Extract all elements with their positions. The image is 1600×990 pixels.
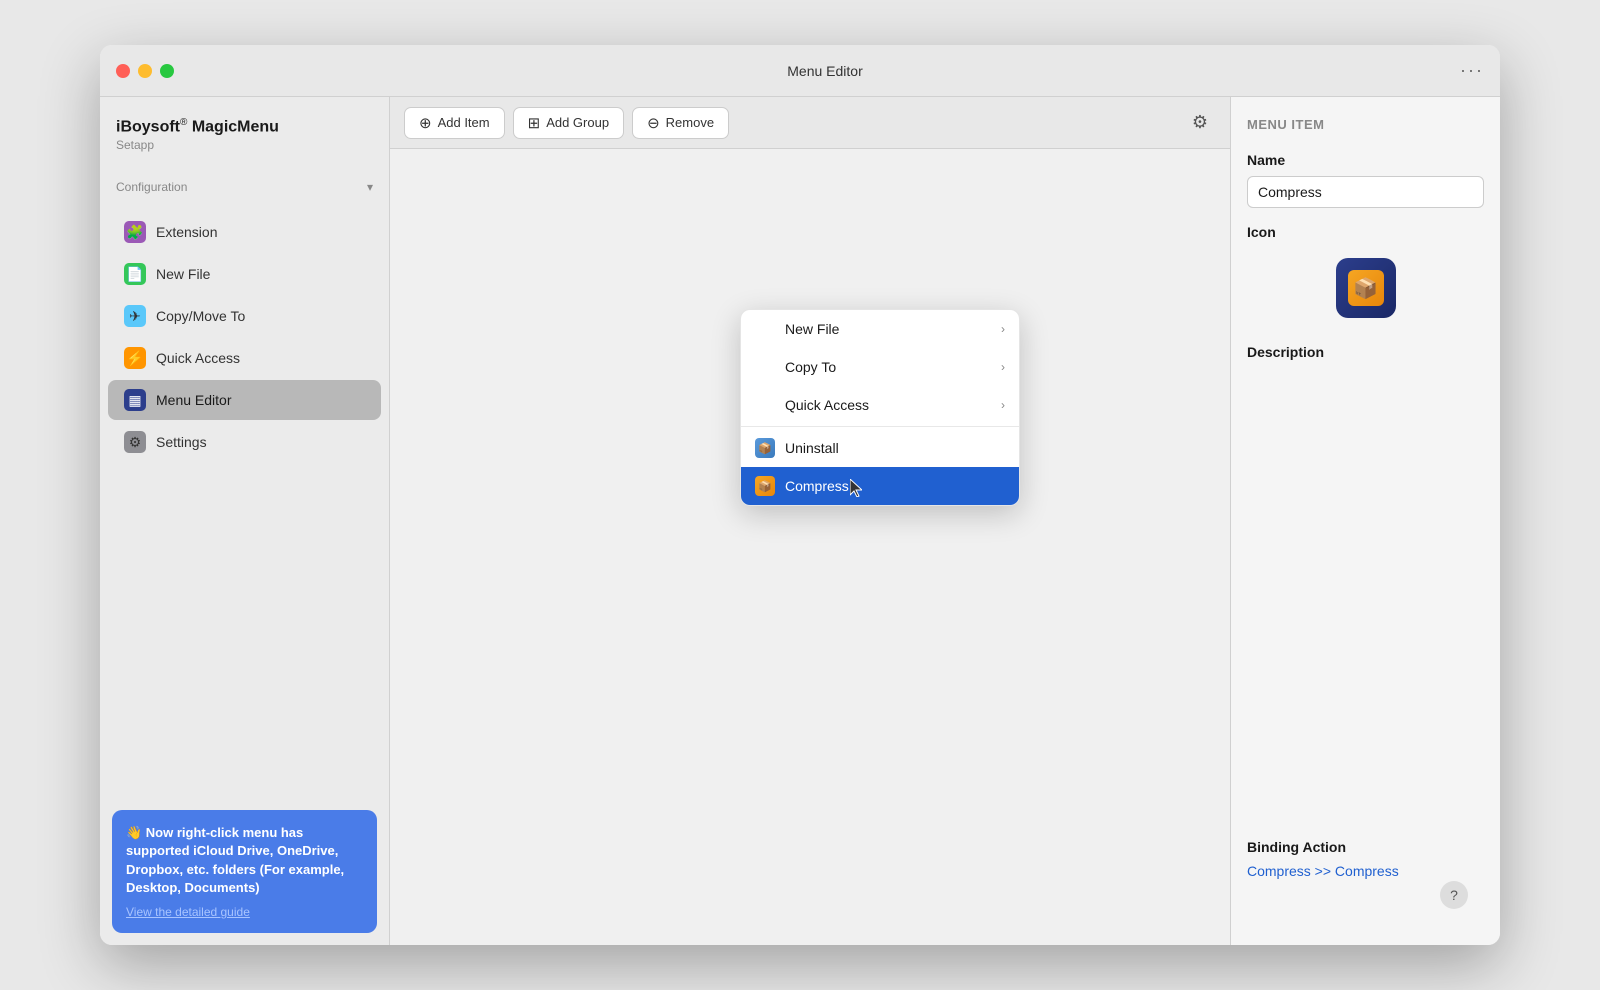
name-label: Name xyxy=(1247,152,1484,168)
icon-preview: 📦 xyxy=(1336,258,1396,318)
add-item-icon: ⊕ xyxy=(419,114,432,132)
toolbar: ⊕ Add Item ⊞ Add Group ⊖ Remove ⚙ xyxy=(390,97,1230,149)
sidebar-item-copy-move-to[interactable]: ✈ Copy/Move To xyxy=(108,296,381,336)
description-label: Description xyxy=(1247,344,1484,360)
chevron-right-icon: › xyxy=(1001,322,1005,336)
canvas-area[interactable]: New File › Copy To › xyxy=(390,149,1230,945)
description-section: Description xyxy=(1247,344,1484,368)
app-header: iBoysoft® MagicMenu Setapp xyxy=(100,97,389,164)
remove-icon: ⊖ xyxy=(647,114,660,132)
binding-section: Binding Action Compress >> Compress xyxy=(1247,839,1484,879)
name-section: Name xyxy=(1247,152,1484,208)
icon-preview-area[interactable]: 📦 xyxy=(1247,248,1484,328)
remove-label: Remove xyxy=(666,115,714,130)
add-item-button[interactable]: ⊕ Add Item xyxy=(404,107,505,139)
sidebar-item-extension[interactable]: 🧩 Extension xyxy=(108,212,381,252)
title-bar: Menu Editor ··· xyxy=(100,45,1500,97)
panel-section-title: Menu Item xyxy=(1247,117,1484,132)
maximize-button[interactable] xyxy=(160,64,174,78)
add-item-label: Add Item xyxy=(438,115,490,130)
settings-gear-icon[interactable]: ⚙ xyxy=(1184,107,1216,139)
name-input[interactable] xyxy=(1247,176,1484,208)
add-group-label: Add Group xyxy=(546,115,609,130)
context-item-label: Copy To xyxy=(785,359,836,375)
remove-button[interactable]: ⊖ Remove xyxy=(632,107,729,139)
close-button[interactable] xyxy=(116,64,130,78)
settings-icon: ⚙ xyxy=(124,431,146,453)
context-menu: New File › Copy To › xyxy=(740,309,1020,506)
sidebar-item-label: Settings xyxy=(156,434,207,450)
context-item-label: Uninstall xyxy=(785,440,839,456)
context-divider xyxy=(741,426,1019,427)
binding-action-value[interactable]: Compress >> Compress xyxy=(1247,863,1484,879)
sidebar-item-label: Quick Access xyxy=(156,350,240,366)
extension-icon: 🧩 xyxy=(124,221,146,243)
copy-move-icon: ✈ xyxy=(124,305,146,327)
new-file-icon: 📄 xyxy=(124,263,146,285)
notification-link[interactable]: View the detailed guide xyxy=(126,905,363,919)
sidebar-item-label: Copy/Move To xyxy=(156,308,245,324)
chevron-right-icon: › xyxy=(1001,360,1005,374)
compress-icon: 📦 xyxy=(755,476,775,496)
context-item-quick-access[interactable]: Quick Access › xyxy=(741,386,1019,424)
sidebar-item-new-file[interactable]: 📄 New File xyxy=(108,254,381,294)
main-window: Menu Editor ··· iBoysoft® MagicMenu Seta… xyxy=(100,45,1500,945)
copy-to-menu-icon xyxy=(755,357,775,377)
sidebar-item-label: Extension xyxy=(156,224,217,240)
context-item-label: Quick Access xyxy=(785,397,869,413)
add-group-button[interactable]: ⊞ Add Group xyxy=(513,107,624,139)
quick-access-menu-icon xyxy=(755,395,775,415)
help-button[interactable]: ? xyxy=(1440,881,1468,909)
right-panel: Menu Item Name Icon 📦 Description Bindin… xyxy=(1230,97,1500,945)
icon-inner: 📦 xyxy=(1348,270,1384,306)
main-content: iBoysoft® MagicMenu Setapp Configuration… xyxy=(100,97,1500,945)
sidebar-item-label: New File xyxy=(156,266,210,282)
notification-text: 👋 Now right-click menu has supported iCl… xyxy=(126,824,363,897)
window-title: Menu Editor xyxy=(190,63,1460,79)
more-options[interactable]: ··· xyxy=(1460,60,1484,81)
sidebar-item-settings[interactable]: ⚙ Settings xyxy=(108,422,381,462)
center-area: ⊕ Add Item ⊞ Add Group ⊖ Remove ⚙ xyxy=(390,97,1230,945)
menu-editor-icon: ▦ xyxy=(124,389,146,411)
context-item-label: Compress xyxy=(785,478,849,494)
config-section: Configuration ▾ xyxy=(100,172,389,202)
sidebar-item-quick-access[interactable]: ⚡ Quick Access xyxy=(108,338,381,378)
sidebar-item-label: Menu Editor xyxy=(156,392,231,408)
minimize-button[interactable] xyxy=(138,64,152,78)
chevron-right-icon: › xyxy=(1001,398,1005,412)
context-item-label: New File xyxy=(785,321,839,337)
config-label: Configuration xyxy=(116,180,187,194)
icon-label: Icon xyxy=(1247,224,1484,240)
new-file-menu-icon xyxy=(755,319,775,339)
sidebar-item-menu-editor[interactable]: ▦ Menu Editor xyxy=(108,380,381,420)
context-item-new-file[interactable]: New File › xyxy=(741,310,1019,348)
context-item-uninstall[interactable]: 📦 Uninstall xyxy=(741,429,1019,467)
context-item-compress[interactable]: 📦 Compress xyxy=(741,467,1019,505)
app-name: iBoysoft® MagicMenu xyxy=(116,117,373,136)
uninstall-icon: 📦 xyxy=(755,438,775,458)
icon-section: Icon 📦 xyxy=(1247,224,1484,328)
help-area: ? xyxy=(1247,895,1484,925)
quick-access-icon: ⚡ xyxy=(124,347,146,369)
sidebar: iBoysoft® MagicMenu Setapp Configuration… xyxy=(100,97,390,945)
sidebar-nav: 🧩 Extension 📄 New File ✈ Copy/Move To ⚡ … xyxy=(100,202,389,798)
window-controls xyxy=(116,64,174,78)
panel-section-header: Menu Item xyxy=(1247,117,1484,136)
chevron-down-icon: ▾ xyxy=(367,180,373,194)
notification-box: 👋 Now right-click menu has supported iCl… xyxy=(112,810,377,933)
add-group-icon: ⊞ xyxy=(528,114,541,132)
context-item-copy-to[interactable]: Copy To › xyxy=(741,348,1019,386)
app-sub: Setapp xyxy=(116,138,373,152)
binding-label: Binding Action xyxy=(1247,839,1484,855)
